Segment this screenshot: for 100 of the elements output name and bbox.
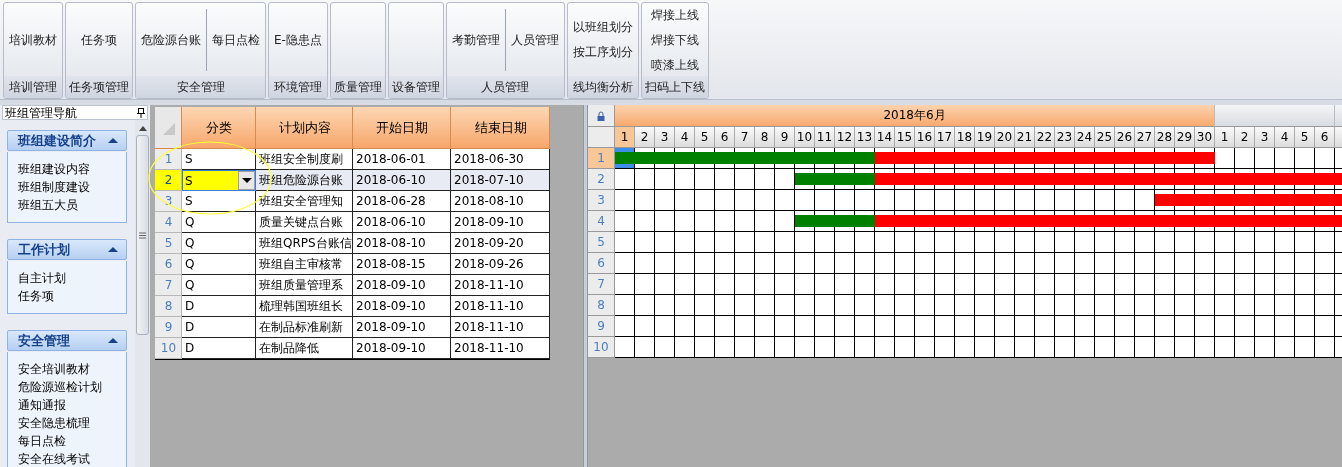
nav-link[interactable]: 危险源巡检计划	[18, 378, 116, 396]
scrollbar[interactable]	[135, 120, 150, 467]
ribbon-button[interactable]: 喷漆上线	[647, 53, 702, 76]
column-header[interactable]: 分类	[182, 107, 256, 149]
collapse-caret-icon[interactable]	[108, 247, 118, 252]
nav-link[interactable]: 安全隐患梳理	[18, 414, 116, 432]
row-number[interactable]: 7	[155, 275, 182, 296]
day-header[interactable]: 10	[795, 127, 815, 148]
row-number[interactable]: 4	[588, 211, 615, 232]
day-header[interactable]: 14	[875, 127, 895, 148]
day-header[interactable]: 3	[655, 127, 675, 148]
day-header[interactable]: 21	[1015, 127, 1035, 148]
ribbon-button[interactable]: 考勤管理	[448, 28, 503, 51]
dropdown-value: S	[184, 173, 194, 190]
row-number[interactable]: 9	[155, 317, 182, 338]
ribbon-button[interactable]: E-隐患点	[271, 28, 325, 51]
day-header[interactable]: 1	[615, 127, 635, 148]
day-header[interactable]: 24	[1075, 127, 1095, 148]
table-cell: 2018-09-10	[451, 212, 550, 233]
column-header[interactable]: 计划内容	[256, 107, 353, 149]
row-number[interactable]: 9	[588, 316, 615, 337]
table-cell: 2018-11-10	[451, 296, 550, 317]
day-header[interactable]: 2	[1235, 127, 1255, 148]
nav-link[interactable]: 每日点检	[18, 432, 116, 450]
row-number[interactable]: 7	[588, 274, 615, 295]
day-header[interactable]: 5	[1295, 127, 1315, 148]
row-number[interactable]: 2	[155, 170, 182, 191]
table-cell: D	[182, 296, 256, 317]
day-header[interactable]: 17	[935, 127, 955, 148]
ribbon-group-label: 质量管理	[330, 76, 385, 98]
day-header[interactable]: 18	[955, 127, 975, 148]
nav-link[interactable]: 班组制度建设	[18, 178, 116, 196]
section-header[interactable]: 班组建设简介	[7, 130, 127, 151]
day-header[interactable]: 16	[915, 127, 935, 148]
day-header[interactable]: 27	[1135, 127, 1155, 148]
row-number[interactable]: 8	[155, 296, 182, 317]
day-header[interactable]: 22	[1035, 127, 1055, 148]
dropdown-button[interactable]	[238, 171, 255, 190]
day-header[interactable]: 3	[1255, 127, 1275, 148]
ribbon-button[interactable]: 以班组划分	[569, 16, 636, 38]
row-number[interactable]: 10	[588, 337, 615, 358]
day-header[interactable]: 26	[1115, 127, 1135, 148]
nav-link[interactable]: 班组建设内容	[18, 160, 116, 178]
day-header[interactable]: 12	[835, 127, 855, 148]
dropdown-field[interactable]: S	[182, 170, 256, 191]
row-number[interactable]: 1	[155, 149, 182, 170]
day-header[interactable]: 9	[775, 127, 795, 148]
nav-link[interactable]: 通知通报	[18, 396, 116, 414]
day-header[interactable]: 6	[715, 127, 735, 148]
day-header[interactable]: 7	[735, 127, 755, 148]
ribbon-button[interactable]: 培训教材	[6, 28, 60, 51]
row-number[interactable]: 5	[155, 233, 182, 254]
day-header[interactable]: 29	[1175, 127, 1195, 148]
day-header[interactable]: 25	[1095, 127, 1115, 148]
nav-link[interactable]: 自主计划	[18, 269, 116, 287]
scroll-thumb[interactable]	[136, 135, 149, 335]
lock-button[interactable]	[588, 105, 615, 127]
day-header[interactable]: 20	[995, 127, 1015, 148]
column-header[interactable]: 结束日期	[451, 107, 550, 149]
row-number[interactable]: 4	[155, 212, 182, 233]
day-header[interactable]: 4	[675, 127, 695, 148]
day-header[interactable]: 4	[1275, 127, 1295, 148]
nav-link[interactable]: 班组五大员	[18, 196, 116, 214]
day-header[interactable]: 2	[635, 127, 655, 148]
section-header[interactable]: 安全管理	[7, 330, 127, 351]
lock-icon[interactable]	[597, 110, 605, 121]
row-number[interactable]: 3	[588, 190, 615, 211]
day-header[interactable]: 13	[855, 127, 875, 148]
day-header[interactable]: 23	[1055, 127, 1075, 148]
ribbon-button[interactable]: 焊接上线	[647, 3, 702, 26]
row-number[interactable]: 10	[155, 338, 182, 359]
day-header[interactable]: 28	[1155, 127, 1175, 148]
nav-link[interactable]: 安全培训教材	[18, 360, 116, 378]
collapse-caret-icon[interactable]	[108, 138, 118, 143]
section-header[interactable]: 工作计划	[7, 239, 127, 260]
day-header[interactable]: 11	[815, 127, 835, 148]
day-header[interactable]: 15	[895, 127, 915, 148]
row-number[interactable]: 8	[588, 295, 615, 316]
day-header[interactable]: 19	[975, 127, 995, 148]
day-header[interactable]: 6	[1315, 127, 1335, 148]
pin-icon[interactable]	[137, 107, 145, 118]
row-number[interactable]: 6	[155, 254, 182, 275]
table-cell: Q	[182, 275, 256, 296]
row-number[interactable]: 5	[588, 232, 615, 253]
ribbon-button[interactable]: 危险源台账	[138, 28, 204, 51]
day-header[interactable]: 8	[755, 127, 775, 148]
day-header[interactable]: 1	[1215, 127, 1235, 148]
ribbon-button[interactable]: 人员管理	[507, 28, 562, 51]
ribbon-button[interactable]: 每日点检	[209, 28, 263, 51]
day-header[interactable]: 30	[1195, 127, 1215, 148]
day-header[interactable]: 5	[695, 127, 715, 148]
ribbon-button[interactable]: 任务项	[78, 28, 120, 51]
row-number[interactable]: 2	[588, 169, 615, 190]
nav-link[interactable]: 安全在线考试	[18, 450, 116, 467]
row-number[interactable]: 6	[588, 253, 615, 274]
ribbon-button[interactable]: 按工序划分	[569, 41, 636, 63]
collapse-caret-icon[interactable]	[108, 338, 118, 343]
column-header[interactable]: 开始日期	[353, 107, 451, 149]
nav-link[interactable]: 任务项	[18, 287, 116, 305]
ribbon-button[interactable]: 焊接下线	[647, 28, 702, 51]
